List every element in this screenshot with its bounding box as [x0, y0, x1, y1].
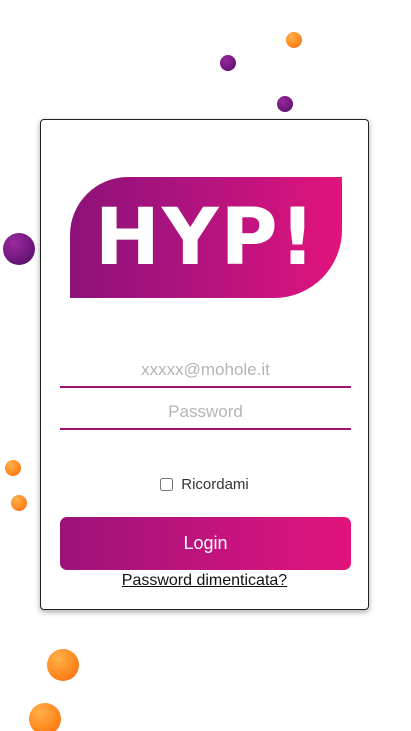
remember-me-checkbox[interactable] [160, 478, 174, 491]
decorative-bubble [47, 649, 79, 681]
hyp-logo: HYP! [70, 177, 342, 298]
decorative-bubble [220, 55, 236, 71]
remember-me-label: Ricordami [181, 476, 249, 493]
decorative-bubble [277, 96, 293, 112]
decorative-bubble [5, 460, 21, 476]
decorative-bubble [3, 233, 35, 265]
forgot-password-link[interactable]: Password dimenticata? [41, 572, 368, 590]
decorative-bubble [286, 32, 302, 48]
logo-text: HYP! [94, 192, 318, 283]
decorative-bubble [11, 495, 27, 511]
login-card: HYP! Ricordami Login Password dimenticat… [40, 119, 369, 610]
login-button[interactable]: Login [60, 517, 351, 570]
password-field[interactable] [60, 396, 351, 430]
remember-me: Ricordami [41, 476, 368, 493]
email-field[interactable] [60, 354, 351, 388]
decorative-bubble [29, 703, 61, 731]
